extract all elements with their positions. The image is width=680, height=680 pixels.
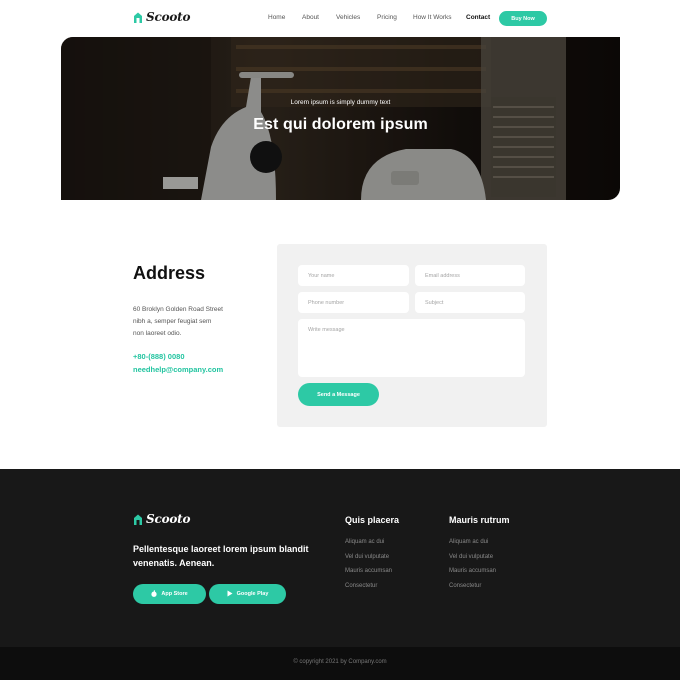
footer-col2-link[interactable]: Vel dui vulputate xyxy=(449,554,493,560)
nav-item-contact[interactable]: Contact xyxy=(466,14,490,21)
nav-item-home[interactable]: Home xyxy=(268,14,285,21)
message-textarea[interactable] xyxy=(298,319,525,377)
hero-title: Est qui dolorem ipsum xyxy=(253,116,428,133)
footer-brand-name: Scooto xyxy=(146,512,191,526)
footer-logo[interactable]: Scooto xyxy=(133,512,191,526)
play-icon xyxy=(227,590,233,599)
email-link[interactable]: needhelp@company.com xyxy=(133,365,223,374)
hero-banner: Lorem ipsum is simply dummy text Est qui… xyxy=(61,37,620,200)
scooter-logo-icon xyxy=(133,513,143,525)
apple-icon xyxy=(151,589,157,599)
buy-now-button[interactable]: Buy Now xyxy=(499,11,547,26)
phone-input[interactable] xyxy=(298,292,409,313)
footer-col2-link[interactable]: Aliquam ac dui xyxy=(449,539,488,545)
nav-item-vehicles[interactable]: Vehicles xyxy=(336,14,360,21)
footer-col2-link[interactable]: Consectetur xyxy=(449,583,481,589)
address-line-3: non laoreet odio. xyxy=(133,330,182,337)
main-nav: Home About Vehicles Pricing How It Works… xyxy=(0,14,680,24)
phone-link[interactable]: +80-(888) 0080 xyxy=(133,352,185,361)
site-header: Scooto Home About Vehicles Pricing How I… xyxy=(0,0,680,37)
name-input[interactable] xyxy=(298,265,409,286)
hero-subtitle: Lorem ipsum is simply dummy text xyxy=(290,99,391,106)
footer-col1-link[interactable]: Consectetur xyxy=(345,583,377,589)
nav-item-about[interactable]: About xyxy=(302,14,319,21)
google-play-label: Google Play xyxy=(236,591,269,597)
address-heading: Address xyxy=(133,263,206,283)
send-message-button[interactable]: Send a Message xyxy=(298,383,379,406)
copyright-text: © copyright 2021 by Company.com xyxy=(293,659,387,665)
subject-input[interactable] xyxy=(415,292,525,313)
app-store-button[interactable]: App Store xyxy=(133,584,206,604)
footer-col2-title: Mauris rutrum xyxy=(449,515,510,525)
address-line-1: 60 Broklyn Golden Road Street xyxy=(133,306,223,313)
footer-col2-link[interactable]: Mauris accumsan xyxy=(449,568,496,574)
nav-item-how-it-works[interactable]: How It Works xyxy=(413,14,452,21)
footer-bottom-bar: © copyright 2021 by Company.com xyxy=(0,647,680,680)
site-footer xyxy=(0,469,680,647)
email-input[interactable] xyxy=(415,265,525,286)
footer-tagline: Pellentesque laoreet lorem ipsum blandit… xyxy=(133,544,309,568)
footer-col1-link[interactable]: Aliquam ac dui xyxy=(345,539,384,545)
footer-col1-link[interactable]: Mauris accumsan xyxy=(345,568,392,574)
footer-col1-link[interactable]: Vel dui vulputate xyxy=(345,554,389,560)
nav-item-pricing[interactable]: Pricing xyxy=(377,14,397,21)
address-line-2: nibh a, semper feugiat sem xyxy=(133,318,212,325)
footer-col1-title: Quis placera xyxy=(345,515,400,525)
google-play-button[interactable]: Google Play xyxy=(209,584,286,604)
app-store-label: App Store xyxy=(161,591,188,597)
